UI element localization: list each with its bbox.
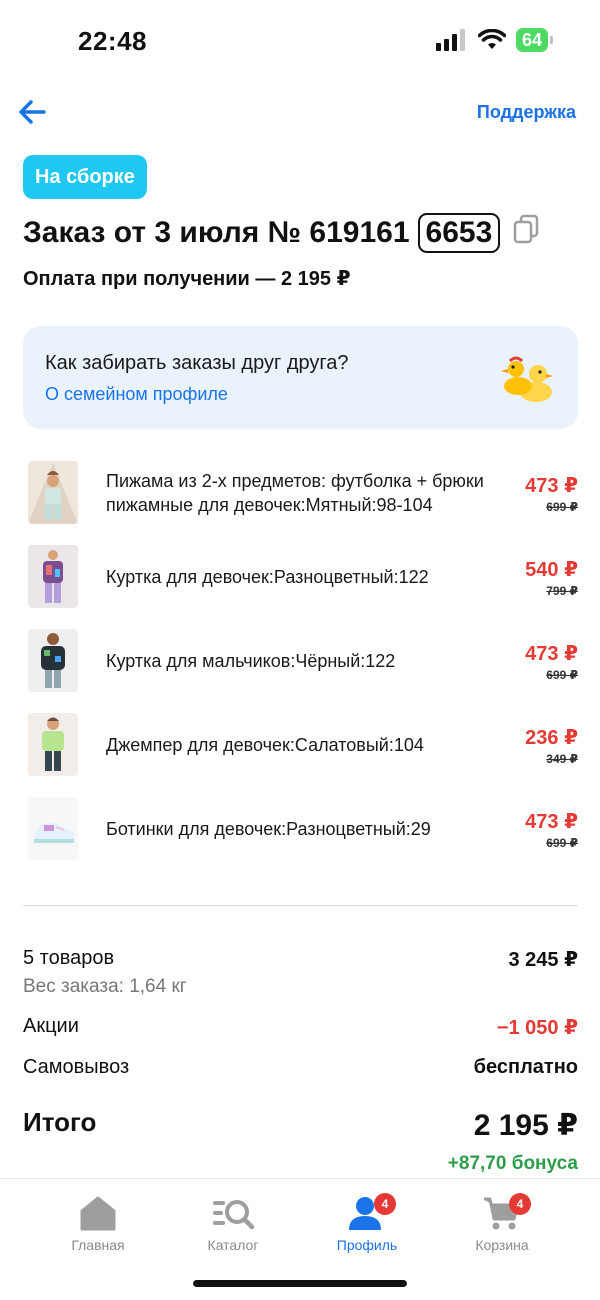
family-question: Как забирать заказы друг друга? (45, 352, 349, 374)
order-title: Заказ от 3 июля № 619161 6653 (23, 213, 501, 253)
family-profile-link[interactable]: О семейном профиле (45, 384, 228, 405)
status-time: 22:48 (78, 26, 147, 56)
item-old-price: 799 ₽ (546, 584, 578, 598)
cart-badge: 4 (509, 1193, 531, 1215)
support-link[interactable]: Поддержка (477, 102, 576, 123)
product-image (28, 797, 78, 860)
item-price: 473 ₽ (525, 811, 578, 833)
list-item[interactable]: Куртка для мальчиков:Чёрный:122 473 ₽ 69… (0, 621, 600, 705)
item-price: 473 ₽ (525, 475, 578, 497)
status-bar: 22:48 64 (0, 0, 600, 80)
total-value: 2 195 ₽ (473, 1109, 578, 1142)
signal-icon (435, 29, 465, 51)
product-image (28, 713, 78, 776)
item-name: Куртка для мальчиков:Чёрный:122 (106, 651, 396, 671)
catalog-search-icon (213, 1200, 255, 1230)
promo-value: −1 050 ₽ (496, 1017, 578, 1039)
back-arrow-icon[interactable] (14, 94, 50, 130)
product-image (28, 629, 78, 692)
promo-label: Акции (23, 1015, 79, 1037)
list-item[interactable]: Ботинки для девочек:Разноцветный:29 473 … (0, 789, 600, 873)
list-item[interactable]: Джемпер для девочек:Салатовый:104 236 ₽ … (0, 705, 600, 789)
list-item[interactable]: Куртка для девочек:Разноцветный:122 540 … (0, 537, 600, 621)
nav-bar: Поддержка (0, 92, 600, 136)
item-old-price: 699 ₽ (546, 668, 578, 682)
home-icon (80, 1196, 116, 1231)
tab-home[interactable]: Главная (38, 1195, 158, 1253)
profile-badge: 4 (374, 1193, 396, 1215)
item-old-price: 699 ₽ (546, 500, 578, 514)
item-price: 236 ₽ (525, 727, 578, 749)
status-icons: 64 (435, 28, 554, 52)
home-indicator (193, 1280, 407, 1287)
item-price: 540 ₽ (525, 559, 578, 581)
order-status-badge: На сборке (23, 155, 147, 199)
family-profile-card[interactable]: Как забирать заказы друг друга? О семейн… (23, 326, 578, 429)
order-pickup-code: 6653 (417, 213, 501, 253)
item-name: Пижама из 2-х предметов: футболка + брюк… (106, 471, 484, 515)
bonus-amount: +87,70 бонуса (447, 1153, 578, 1174)
item-name: Джемпер для девочек:Салатовый:104 (106, 735, 424, 755)
tab-catalog[interactable]: Каталог (173, 1195, 293, 1253)
ducks-icon (501, 356, 553, 402)
tab-home-label: Главная (71, 1237, 125, 1253)
payment-summary: Оплата при получении — 2 195 ₽ (23, 268, 351, 290)
battery-indicator: 64 (515, 28, 554, 52)
tab-profile-label: Профиль (336, 1237, 398, 1253)
total-label: Итого (23, 1107, 97, 1137)
order-title-text: Заказ от 3 июля № 619161 (23, 216, 410, 249)
pickup-value: бесплатно (473, 1056, 578, 1078)
item-name: Ботинки для девочек:Разноцветный:29 (106, 819, 431, 839)
divider (23, 905, 578, 906)
items-count-label: 5 товаров (23, 947, 115, 969)
item-price: 473 ₽ (525, 643, 578, 665)
wifi-icon (477, 29, 506, 49)
items-total-value: 3 245 ₽ (508, 949, 578, 971)
item-old-price: 699 ₽ (546, 836, 578, 850)
product-image (28, 545, 78, 608)
item-old-price: 349 ₽ (546, 752, 578, 766)
tab-cart[interactable]: 4 Корзина (442, 1193, 562, 1253)
tab-profile[interactable]: 4 Профиль (307, 1193, 427, 1253)
tab-catalog-label: Каталог (207, 1237, 259, 1253)
pickup-label: Самовывоз (23, 1056, 130, 1078)
copy-icon[interactable] (512, 214, 540, 244)
list-item[interactable]: Пижама из 2-х предметов: футболка + брюк… (0, 453, 600, 537)
tab-cart-label: Корзина (475, 1237, 529, 1253)
order-weight: Вес заказа: 1,64 кг (23, 976, 187, 997)
item-name: Куртка для девочек:Разноцветный:122 (106, 567, 429, 587)
product-image (28, 461, 78, 524)
